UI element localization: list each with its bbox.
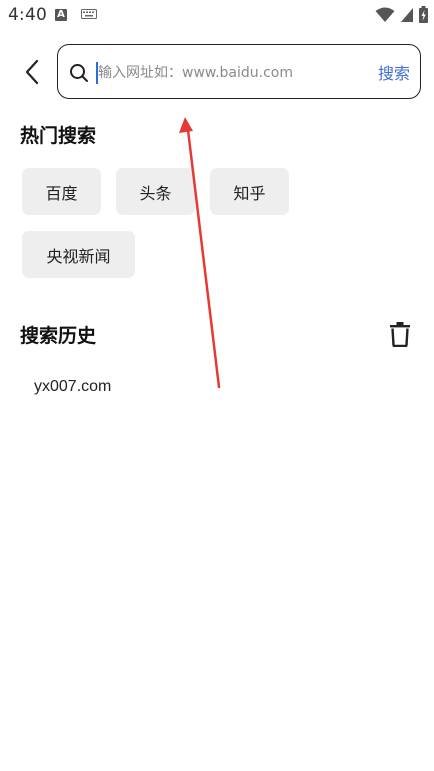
status-bar: 4:40 A — [0, 0, 434, 30]
text-cursor — [96, 62, 98, 84]
search-input[interactable] — [98, 59, 368, 87]
hot-search-chip-baidu[interactable]: 百度 — [22, 168, 101, 215]
search-submit-button[interactable]: 搜索 — [378, 60, 410, 84]
hot-search-title: 热门搜索 — [20, 125, 97, 147]
search-box[interactable]: 搜索 — [57, 44, 421, 99]
search-screen: 4:40 A 输入网址如：www.baidu.com 搜索 热门搜索 百度 头条… — [0, 0, 434, 771]
signal-icon — [401, 7, 413, 22]
hot-search-chip-toutiao[interactable]: 头条 — [116, 168, 195, 215]
hot-search-chip-zhihu[interactable]: 知乎 — [210, 168, 289, 215]
status-icons — [375, 6, 428, 23]
keyboard-icon — [81, 9, 97, 19]
clear-history-button[interactable] — [387, 320, 413, 348]
search-icon — [70, 64, 88, 82]
chevron-left-icon — [25, 59, 39, 85]
trash-icon — [390, 322, 410, 347]
status-time: 4:40 — [8, 5, 47, 25]
battery-icon — [419, 6, 428, 23]
a-icon: A — [55, 9, 67, 21]
wifi-icon — [375, 7, 395, 22]
search-history-title: 搜索历史 — [20, 325, 97, 347]
back-button[interactable] — [18, 56, 46, 88]
history-item[interactable]: yx007.com — [34, 378, 111, 396]
hot-search-chip-cctv-news[interactable]: 央视新闻 — [22, 231, 135, 278]
